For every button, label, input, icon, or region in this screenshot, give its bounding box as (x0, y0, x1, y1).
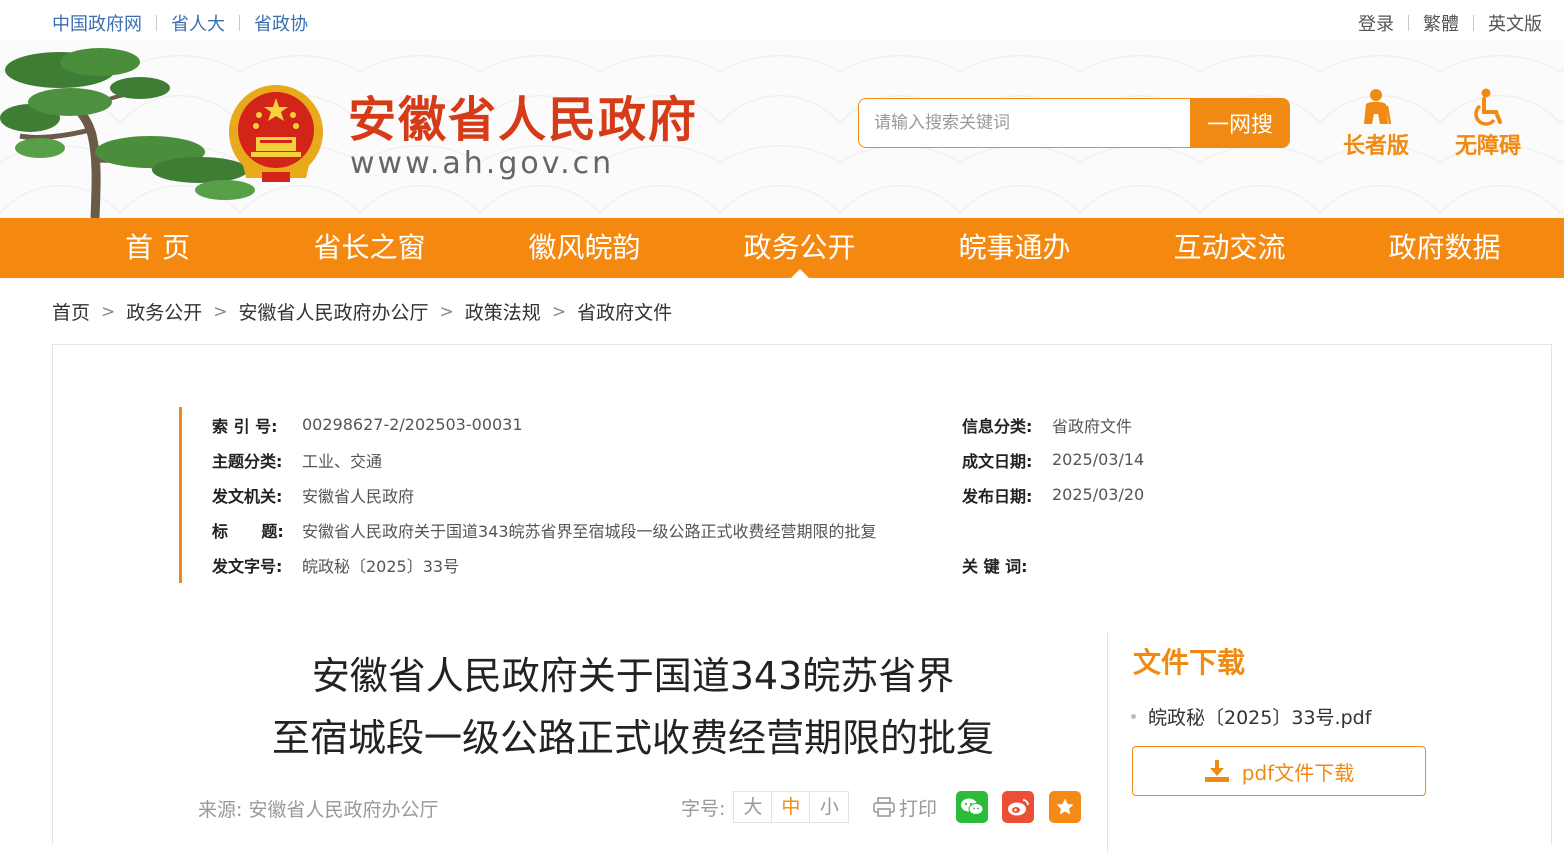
login-link[interactable]: 登录 (1358, 10, 1394, 36)
site-title: 安徽省人民政府 (348, 92, 699, 148)
link-provincial-congress[interactable]: 省人大 (171, 10, 225, 36)
meta-keywords: 关 键 词: (962, 556, 1028, 576)
breadcrumb-policies[interactable]: 政策法规 (465, 298, 541, 325)
download-file-link[interactable]: 皖政秘〔2025〕33号.pdf (1131, 703, 1371, 730)
english-version-link[interactable]: 英文版 (1488, 10, 1542, 36)
content-panel: 索 引 号: 00298627-2/202503-00031 主题分类: 工业、… (52, 344, 1552, 853)
source-value: 安徽省人民政府办公厅 (248, 799, 439, 821)
font-size-options: 大 中 小 (733, 791, 850, 823)
document-title-line-1: 安徽省人民政府关于国道343皖苏省界 (311, 654, 955, 698)
breadcrumb-provincial-documents[interactable]: 省政府文件 (577, 298, 672, 325)
font-size-label: 字号: (681, 797, 726, 820)
divider (156, 15, 157, 31)
nav-governor-window[interactable]: 省长之窗 (262, 218, 477, 278)
weibo-icon (1008, 799, 1029, 816)
accessibility-button[interactable]: 无障碍 (1442, 88, 1534, 160)
link-provincial-cppcc[interactable]: 省政协 (254, 10, 308, 36)
elder-person-icon (1364, 89, 1392, 125)
chevron-right-icon: > (439, 301, 454, 322)
accessibility-label: 无障碍 (1454, 134, 1521, 159)
wheelchair-icon (1474, 88, 1502, 126)
traditional-chinese-link[interactable]: 繁體 (1423, 10, 1459, 36)
breadcrumb: 首页 > 政务公开 > 安徽省人民政府办公厅 > 政策法规 > 省政府文件 (52, 298, 672, 325)
meta-info-class: 信息分类: 省政府文件 (962, 416, 1133, 436)
meta-issuer: 发文机关: 安徽省人民政府 (212, 486, 415, 506)
site-header: 安徽省人民政府 www.ah.gov.cn 一网搜 长者版 无障碍 (0, 40, 1564, 218)
nav-interaction[interactable]: 互动交流 (1122, 218, 1337, 278)
elder-mode-button[interactable]: 长者版 (1330, 88, 1422, 160)
download-icon (1204, 760, 1229, 782)
add-favorite-button[interactable] (1049, 791, 1081, 823)
main-nav: 首 页 省长之窗 徽风皖韵 政务公开 皖事通办 互动交流 政府数据 (0, 218, 1564, 278)
nav-government-affairs[interactable]: 政务公开 (692, 218, 907, 278)
bullet-icon (1131, 714, 1136, 719)
font-size-medium[interactable]: 中 (772, 792, 811, 822)
nav-services[interactable]: 皖事通办 (907, 218, 1122, 278)
search-input[interactable] (858, 98, 1190, 148)
wechat-icon (961, 798, 984, 815)
chevron-right-icon: > (213, 301, 228, 322)
pdf-download-label: pdf文件下载 (1241, 760, 1355, 785)
meta-index-no: 索 引 号: 00298627-2/202503-00031 (212, 415, 523, 436)
divider (1408, 15, 1409, 31)
divider (1107, 633, 1108, 853)
document-metadata: 索 引 号: 00298627-2/202503-00031 主题分类: 工业、… (179, 407, 1179, 583)
chevron-right-icon: > (101, 301, 116, 322)
document-source: 来源: 安徽省人民政府办公厅 (198, 795, 438, 822)
pine-tree-image (0, 48, 255, 218)
breadcrumb-home[interactable]: 首页 (52, 298, 90, 325)
nav-home[interactable]: 首 页 (50, 218, 265, 278)
top-links-left: 中国政府网 省人大 省政协 (52, 10, 308, 36)
top-links-right: 登录 繁體 英文版 (1358, 10, 1542, 36)
national-emblem-icon (229, 85, 323, 182)
printer-icon (873, 797, 895, 817)
breadcrumb-government-affairs[interactable]: 政务公开 (126, 298, 202, 325)
download-file-name: 皖政秘〔2025〕33号.pdf (1148, 707, 1372, 729)
link-gov-cn[interactable]: 中国政府网 (52, 10, 142, 36)
meta-doc-no: 发文字号: 皖政秘〔2025〕33号 (212, 556, 460, 576)
share-wechat-button[interactable] (956, 791, 988, 823)
print-button[interactable]: 打印 (873, 791, 937, 823)
breadcrumb-general-office[interactable]: 安徽省人民政府办公厅 (239, 298, 429, 325)
search-button[interactable]: 一网搜 (1190, 98, 1290, 148)
font-size-small[interactable]: 小 (810, 792, 848, 822)
nav-anhui-culture[interactable]: 徽风皖韵 (477, 218, 692, 278)
meta-title: 标 题: 安徽省人民政府关于国道343皖苏省界至宿城段一级公路正式收费经营期限的… (212, 521, 877, 541)
share-weibo-button[interactable] (1002, 791, 1034, 823)
meta-created-date: 成文日期: 2025/03/14 (962, 450, 1145, 471)
divider (239, 15, 240, 31)
source-label: 来源: (198, 799, 243, 821)
chevron-right-icon: > (551, 301, 567, 322)
download-section-title: 文件下载 (1133, 646, 1246, 679)
pdf-download-button[interactable]: pdf文件下载 (1132, 746, 1426, 796)
nav-government-data[interactable]: 政府数据 (1337, 218, 1552, 278)
search-box: 一网搜 (858, 98, 1290, 148)
meta-subject: 主题分类: 工业、交通 (212, 451, 383, 471)
site-url: www.ah.gov.cn (350, 146, 615, 181)
font-size-control: 字号: 大 中 小 (681, 791, 850, 823)
elder-mode-label: 长者版 (1342, 134, 1409, 159)
favorite-icon (1056, 798, 1074, 815)
document-title: 安徽省人民政府关于国道343皖苏省界 至宿城段一级公路正式收费经营期限的批复 (193, 645, 1073, 769)
divider (1473, 15, 1474, 31)
print-label: 打印 (899, 797, 938, 820)
meta-publish-date: 发布日期: 2025/03/20 (962, 485, 1145, 506)
document-title-line-2: 至宿城段一级公路正式收费经营期限的批复 (271, 716, 994, 760)
font-size-large[interactable]: 大 (734, 792, 773, 822)
